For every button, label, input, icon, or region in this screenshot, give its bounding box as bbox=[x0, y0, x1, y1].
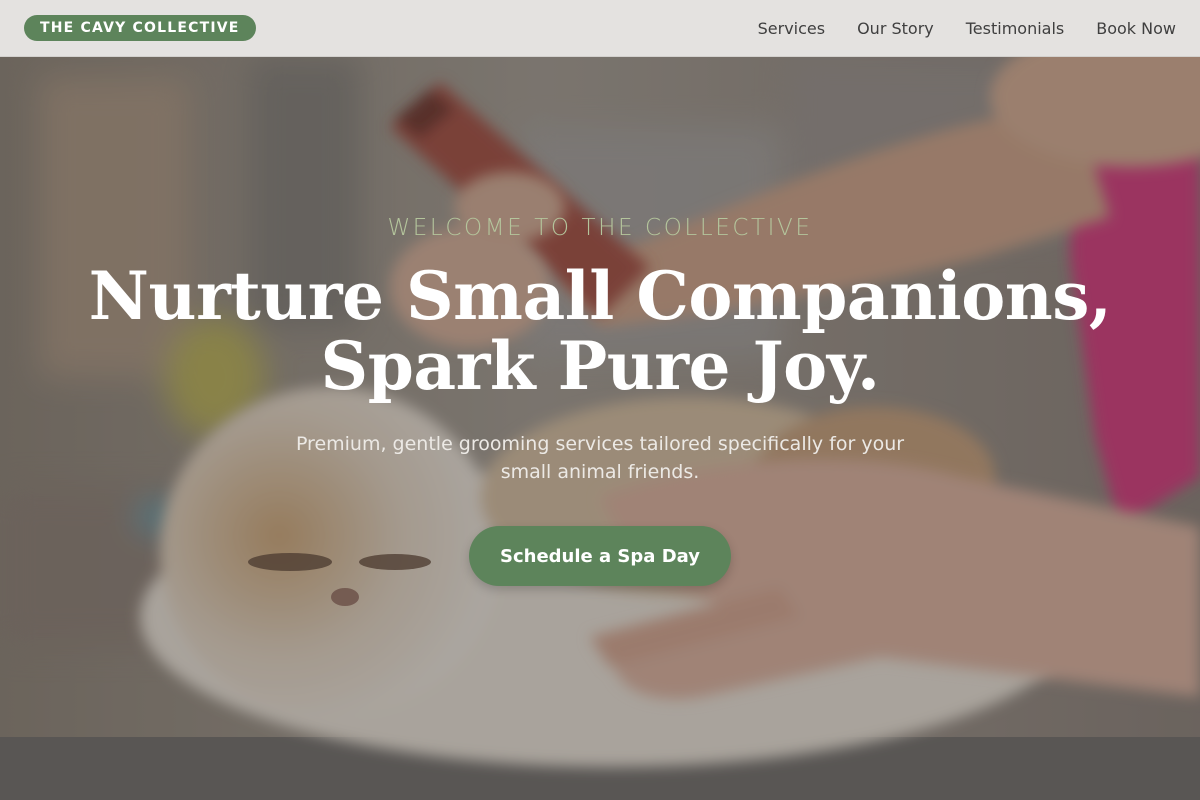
hero-subtitle: Premium, gentle grooming services tailor… bbox=[295, 433, 905, 483]
nav-link-our-story[interactable]: Our Story bbox=[857, 19, 934, 38]
hero-dark-overlay bbox=[0, 57, 1200, 800]
hero-headline-line-2: Spark Pure Joy. bbox=[320, 327, 880, 405]
nav-link-testimonials[interactable]: Testimonials bbox=[966, 19, 1065, 38]
nav-link-book-now[interactable]: Book Now bbox=[1096, 19, 1176, 38]
top-navbar: THE CAVY COLLECTIVE Services Our Story T… bbox=[0, 0, 1200, 57]
schedule-spa-day-button[interactable]: Schedule a Spa Day bbox=[469, 526, 731, 586]
hero-eyebrow: WELCOME TO THE COLLECTIVE bbox=[387, 215, 813, 241]
hero-headline: Nurture Small Companions, Spark Pure Joy… bbox=[0, 261, 1200, 401]
brand-logo[interactable]: THE CAVY COLLECTIVE bbox=[24, 15, 256, 41]
hero-section: WELCOME TO THE COLLECTIVE Nurture Small … bbox=[0, 57, 1200, 800]
nav-links: Services Our Story Testimonials Book Now bbox=[758, 0, 1176, 56]
nav-link-services[interactable]: Services bbox=[758, 19, 825, 38]
hero-headline-line-1: Nurture Small Companions, bbox=[88, 257, 1112, 335]
